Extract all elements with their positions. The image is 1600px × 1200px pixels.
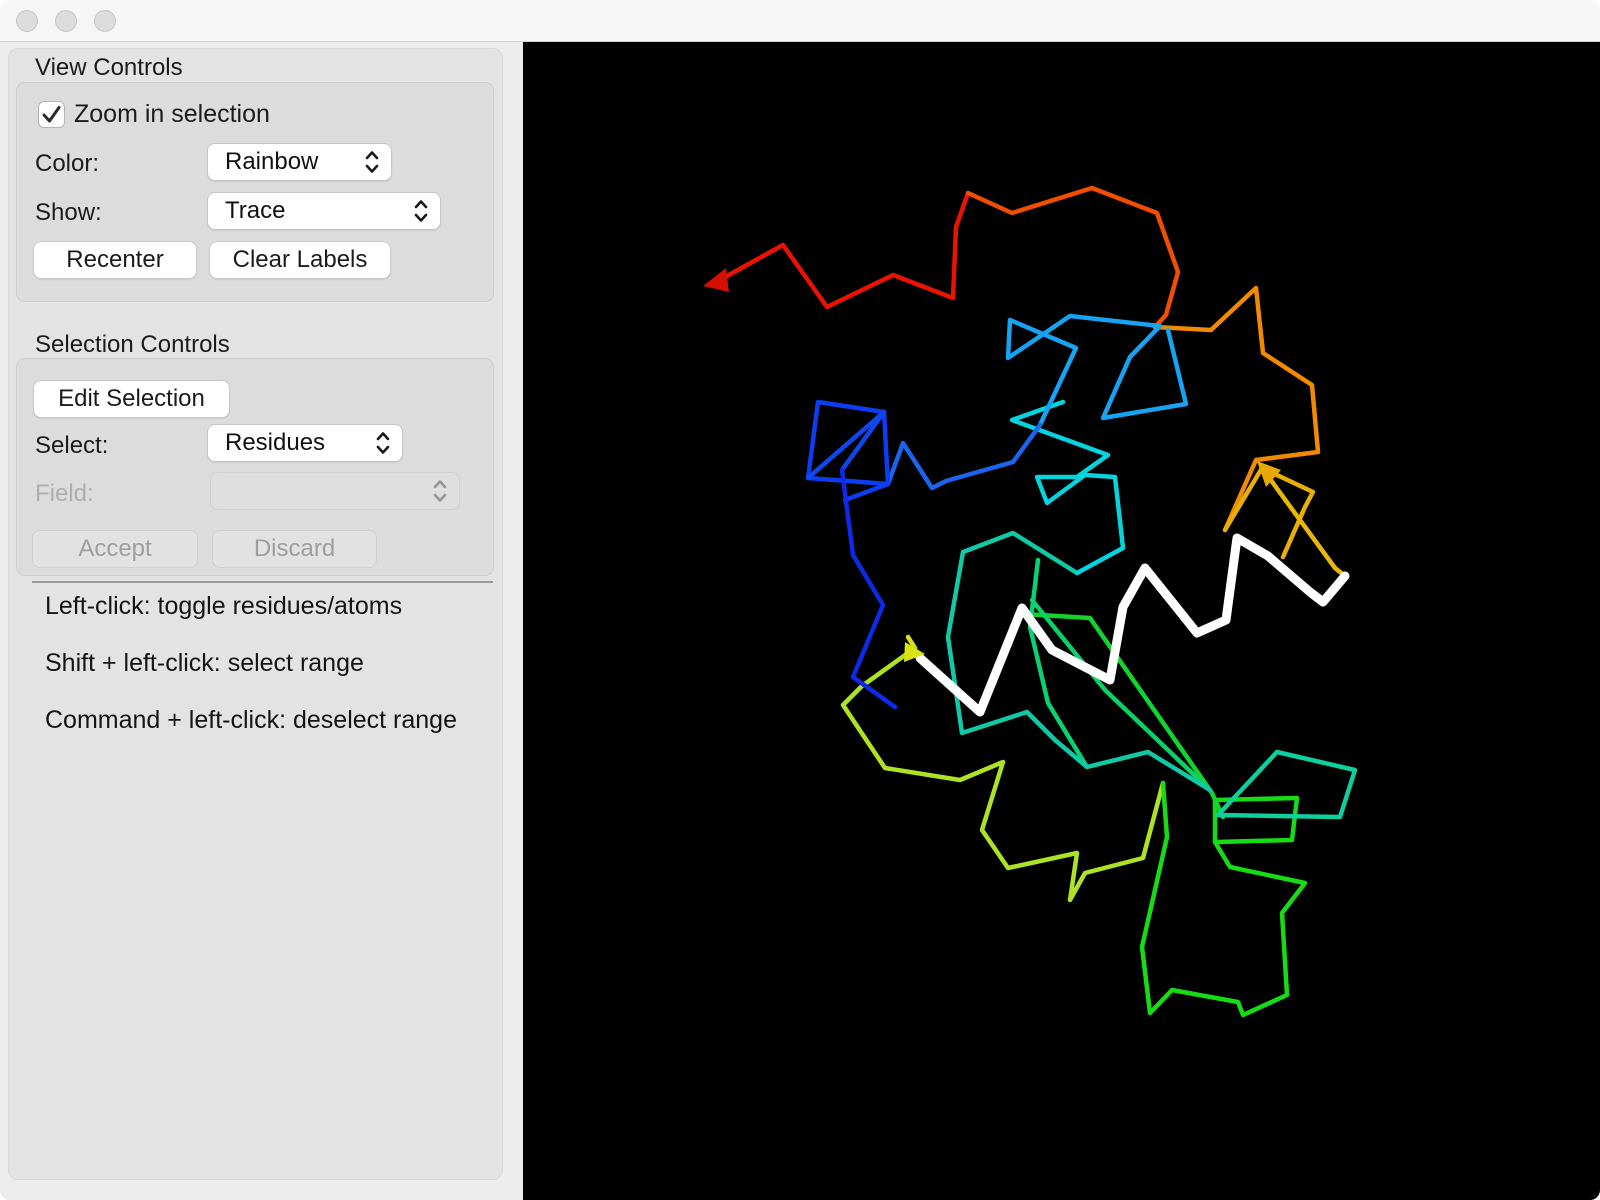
select-popup-value: Residues: [225, 429, 326, 456]
traffic-lights: [16, 10, 116, 32]
show-popup[interactable]: Trace: [207, 192, 441, 230]
field-label: Field:: [35, 480, 94, 507]
stepper-chevrons-icon: [376, 432, 390, 454]
color-label: Color:: [35, 150, 100, 177]
select-label: Select:: [35, 432, 109, 459]
zoom-in-selection-checkbox[interactable]: [38, 101, 65, 128]
chain-blue-tail: [839, 467, 898, 710]
select-popup[interactable]: Residues: [207, 424, 403, 462]
selection-controls-title: Selection Controls: [35, 331, 230, 358]
show-label: Show:: [35, 199, 102, 226]
field-popup: [210, 472, 460, 510]
recenter-button[interactable]: Recenter: [33, 241, 197, 279]
chain-blue-mid: [885, 422, 1043, 491]
chain-orange: [1152, 285, 1321, 533]
show-popup-value: Trace: [225, 197, 286, 224]
accept-button: Accept: [32, 530, 198, 568]
chain-yellowgreen: [840, 645, 1166, 903]
checkmark-icon: [42, 106, 61, 123]
help-line-command-click: Command + left-click: deselect range: [45, 706, 457, 734]
discard-button: Discard: [212, 530, 377, 568]
minimize-button[interactable]: [55, 10, 77, 32]
chain-skyblue: [1005, 313, 1189, 428]
close-button[interactable]: [16, 10, 38, 32]
chain-teal-quad: [1215, 749, 1358, 820]
view-controls-title: View Controls: [35, 54, 183, 81]
stepper-chevrons-icon: [414, 200, 428, 222]
chain-orangered: [965, 185, 1181, 330]
divider: [32, 581, 493, 583]
help-line-left-click: Left-click: toggle residues/atoms: [45, 592, 403, 620]
stepper-chevrons-icon: [365, 151, 379, 173]
help-line-shift-click: Shift + left-click: select range: [45, 649, 364, 677]
edit-selection-button[interactable]: Edit Selection: [33, 380, 230, 418]
chain-red: [715, 190, 971, 310]
zoom-button[interactable]: [94, 10, 116, 32]
color-popup-value: Rainbow: [225, 148, 319, 175]
color-popup[interactable]: Rainbow: [207, 143, 392, 181]
window-titlebar: [0, 0, 1600, 42]
molecule-svg: [703, 185, 1358, 1018]
controls-sidebar: View Controls Zoom in selection Color: R…: [0, 42, 523, 1200]
app-window: View Controls Zoom in selection Color: R…: [0, 0, 1600, 1200]
red-terminus-arrow: [703, 268, 729, 292]
stepper-chevrons-icon: [433, 480, 447, 502]
zoom-in-selection-label: Zoom in selection: [74, 100, 270, 128]
molecule-viewport[interactable]: [523, 42, 1600, 1200]
selection-white: [915, 533, 1350, 717]
chain-cyan: [1009, 399, 1126, 576]
clear-labels-button[interactable]: Clear Labels: [209, 241, 391, 279]
